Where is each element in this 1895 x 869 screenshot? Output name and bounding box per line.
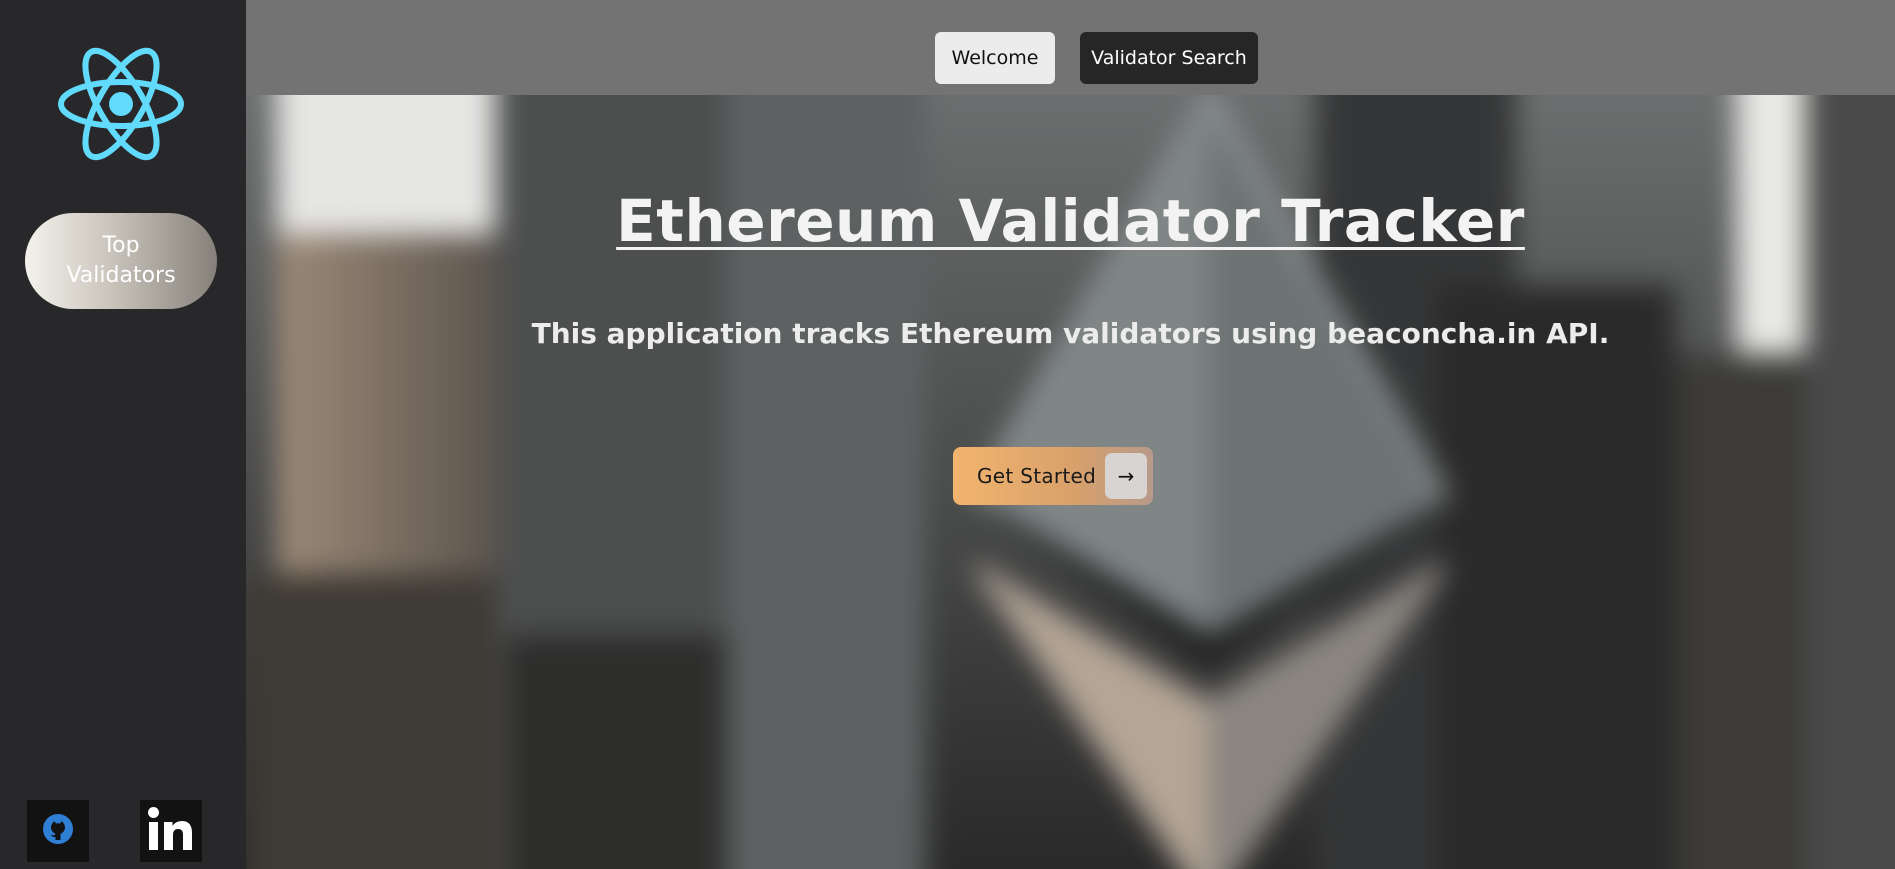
github-link[interactable] (27, 800, 89, 862)
linkedin-icon (145, 804, 197, 858)
tab-validator-search[interactable]: Validator Search (1080, 32, 1258, 84)
hero-section: Ethereum Validator Tracker This applicat… (246, 95, 1895, 869)
github-icon (41, 812, 75, 850)
sidebar: Top Validators (0, 0, 246, 869)
top-validators-button[interactable]: Top Validators (25, 213, 217, 309)
react-atom-icon[interactable] (58, 38, 184, 170)
page-title: Ethereum Validator Tracker (616, 187, 1525, 255)
linkedin-link[interactable] (140, 800, 202, 862)
tab-validator-search-label: Validator Search (1091, 47, 1247, 69)
top-validators-label: Top Validators (66, 233, 176, 288)
tab-welcome-label: Welcome (951, 47, 1039, 69)
get-started-label: Get Started (977, 464, 1097, 488)
app-window: Top Validators Welcome Validator Search … (0, 0, 1895, 869)
page-subtitle: This application tracks Ethereum validat… (531, 317, 1610, 350)
tab-welcome[interactable]: Welcome (935, 32, 1055, 84)
arrow-right-icon: → (1105, 453, 1147, 499)
top-nav-bar: Welcome Validator Search (246, 0, 1895, 95)
get-started-button[interactable]: Get Started → (953, 447, 1153, 505)
